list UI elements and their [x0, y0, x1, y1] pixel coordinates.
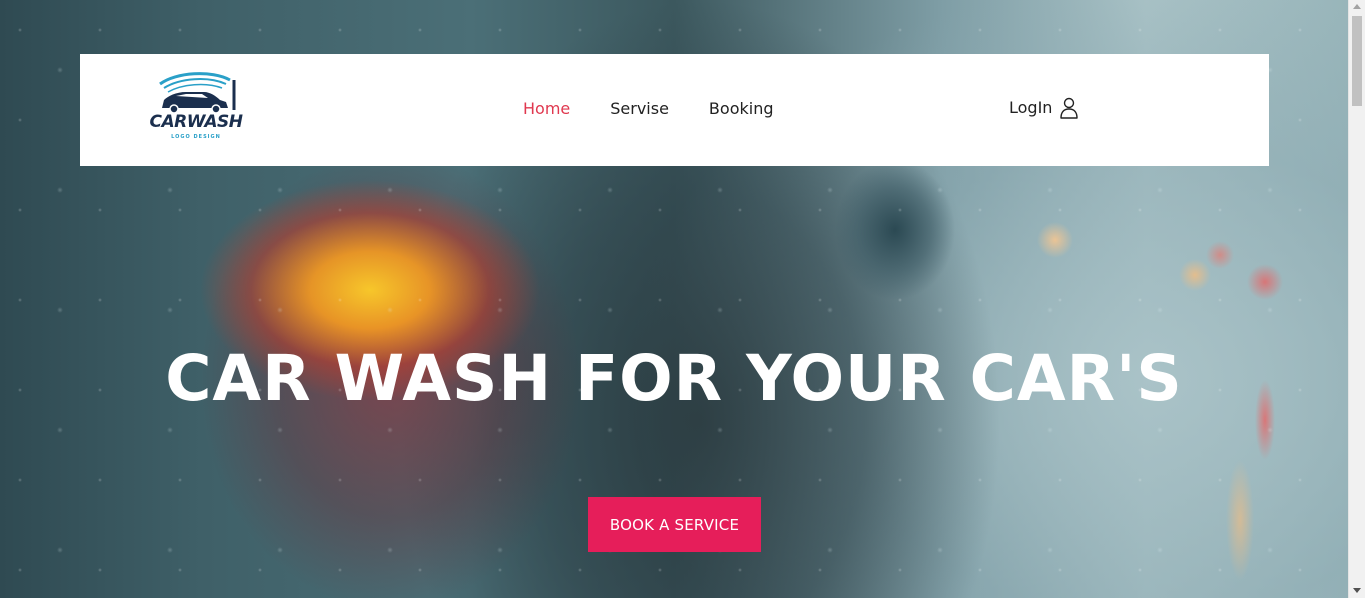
main-nav: Home Servise Booking	[523, 99, 813, 119]
nav-link-home[interactable]: Home	[523, 99, 570, 119]
login-label: LogIn	[1009, 98, 1053, 117]
logo-wordmark: CARWASH	[149, 112, 244, 132]
page-scrollbar[interactable]	[1348, 0, 1365, 598]
page: CARWASH LOGO DESIGN Home Servise Booking…	[0, 0, 1365, 598]
hero-title: CAR WASH FOR YOUR CAR'S	[165, 342, 1183, 415]
scroll-up-icon[interactable]	[1353, 4, 1361, 9]
scrollbar-thumb[interactable]	[1352, 16, 1362, 106]
user-icon	[1060, 97, 1079, 119]
scroll-down-icon[interactable]	[1353, 588, 1361, 593]
navbar: CARWASH LOGO DESIGN Home Servise Booking…	[80, 54, 1269, 166]
carwash-logo[interactable]: CARWASH LOGO DESIGN	[146, 72, 246, 144]
nav-link-booking[interactable]: Booking	[709, 99, 774, 119]
logo-subtitle: LOGO DESIGN	[171, 134, 221, 140]
book-service-button[interactable]: BOOK A SERVICE	[588, 497, 761, 552]
nav-link-servise[interactable]: Servise	[610, 99, 669, 119]
login-button[interactable]: LogIn	[1009, 97, 1079, 119]
car-logo-icon	[159, 72, 236, 114]
